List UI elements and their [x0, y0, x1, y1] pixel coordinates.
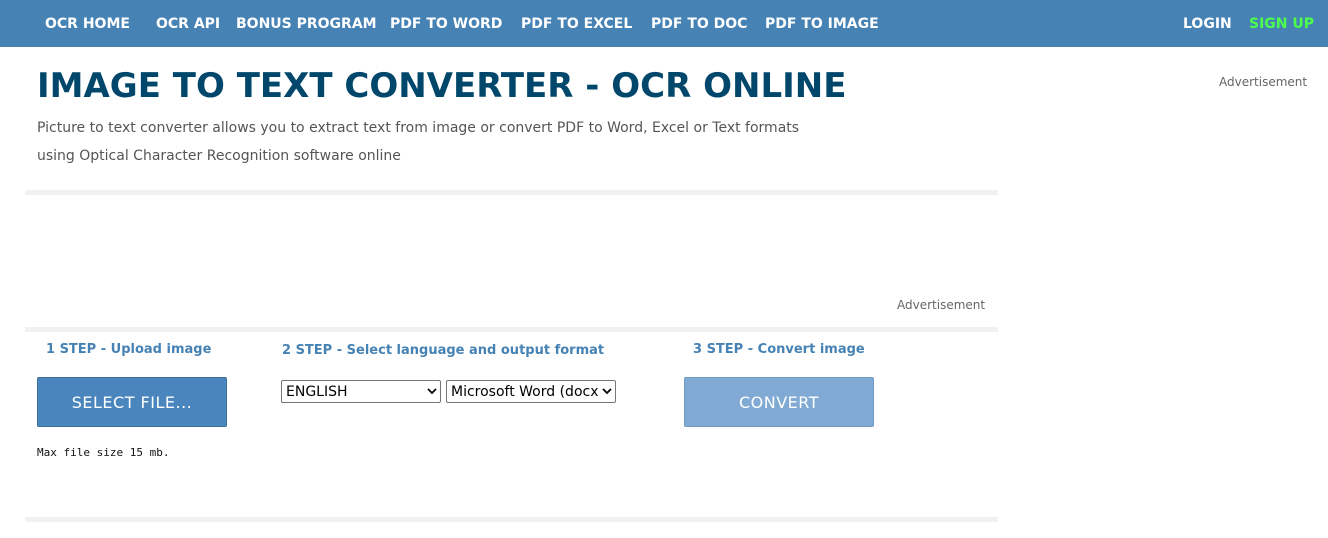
page-title: IMAGE TO TEXT CONVERTER - OCR ONLINE	[37, 66, 847, 106]
nav-link-bonus-program[interactable]: BONUS PROGRAM	[236, 15, 377, 33]
nav-link-pdf-to-image[interactable]: PDF TO IMAGE	[765, 15, 879, 33]
nav-link-pdf-to-word[interactable]: PDF TO WORD	[390, 15, 502, 33]
page-subtitle: Picture to text converter allows you to …	[37, 120, 800, 164]
select-file-button-label: SELECT FILE...	[71, 392, 193, 412]
output-format-select-value: Microsoft Word (docx)	[451, 383, 599, 400]
output-format-select[interactable]: Microsoft Word (docx)	[446, 380, 616, 403]
convert-button-label: CONVERT	[738, 392, 819, 412]
nav-link-ocr-home[interactable]: OCR HOME	[45, 15, 130, 33]
step2-label: 2 STEP - Select language and output form…	[282, 343, 605, 358]
section-divider-bottom	[25, 517, 998, 522]
banner-advertisement-label: Advertisement	[897, 298, 986, 312]
step3-label: 3 STEP - Convert image	[693, 342, 865, 357]
convert-button[interactable]: CONVERT	[684, 377, 874, 427]
nav-link-pdf-to-excel[interactable]: PDF TO EXCEL	[521, 15, 632, 33]
language-select[interactable]: ENGLISH	[281, 380, 441, 403]
chevron-down-icon	[424, 381, 440, 402]
step1-label: 1 STEP - Upload image	[46, 342, 212, 357]
language-select-value: ENGLISH	[286, 383, 348, 400]
section-divider-steps	[25, 327, 998, 332]
select-file-button[interactable]: SELECT FILE...	[37, 377, 227, 427]
chevron-down-icon	[599, 381, 615, 402]
nav-link-pdf-to-doc[interactable]: PDF TO DOC	[651, 15, 747, 33]
top-nav-bar: OCR HOME OCR API BONUS PROGRAM PDF TO WO…	[0, 0, 1328, 47]
sidebar-advertisement-label: Advertisement	[1219, 75, 1308, 89]
login-link[interactable]: LOGIN	[1183, 15, 1232, 33]
nav-link-ocr-api[interactable]: OCR API	[156, 15, 220, 33]
signup-link[interactable]: SIGN UP	[1249, 15, 1314, 33]
section-divider-top	[25, 190, 998, 195]
max-file-size-note: Max file size 15 mb.	[37, 446, 170, 459]
